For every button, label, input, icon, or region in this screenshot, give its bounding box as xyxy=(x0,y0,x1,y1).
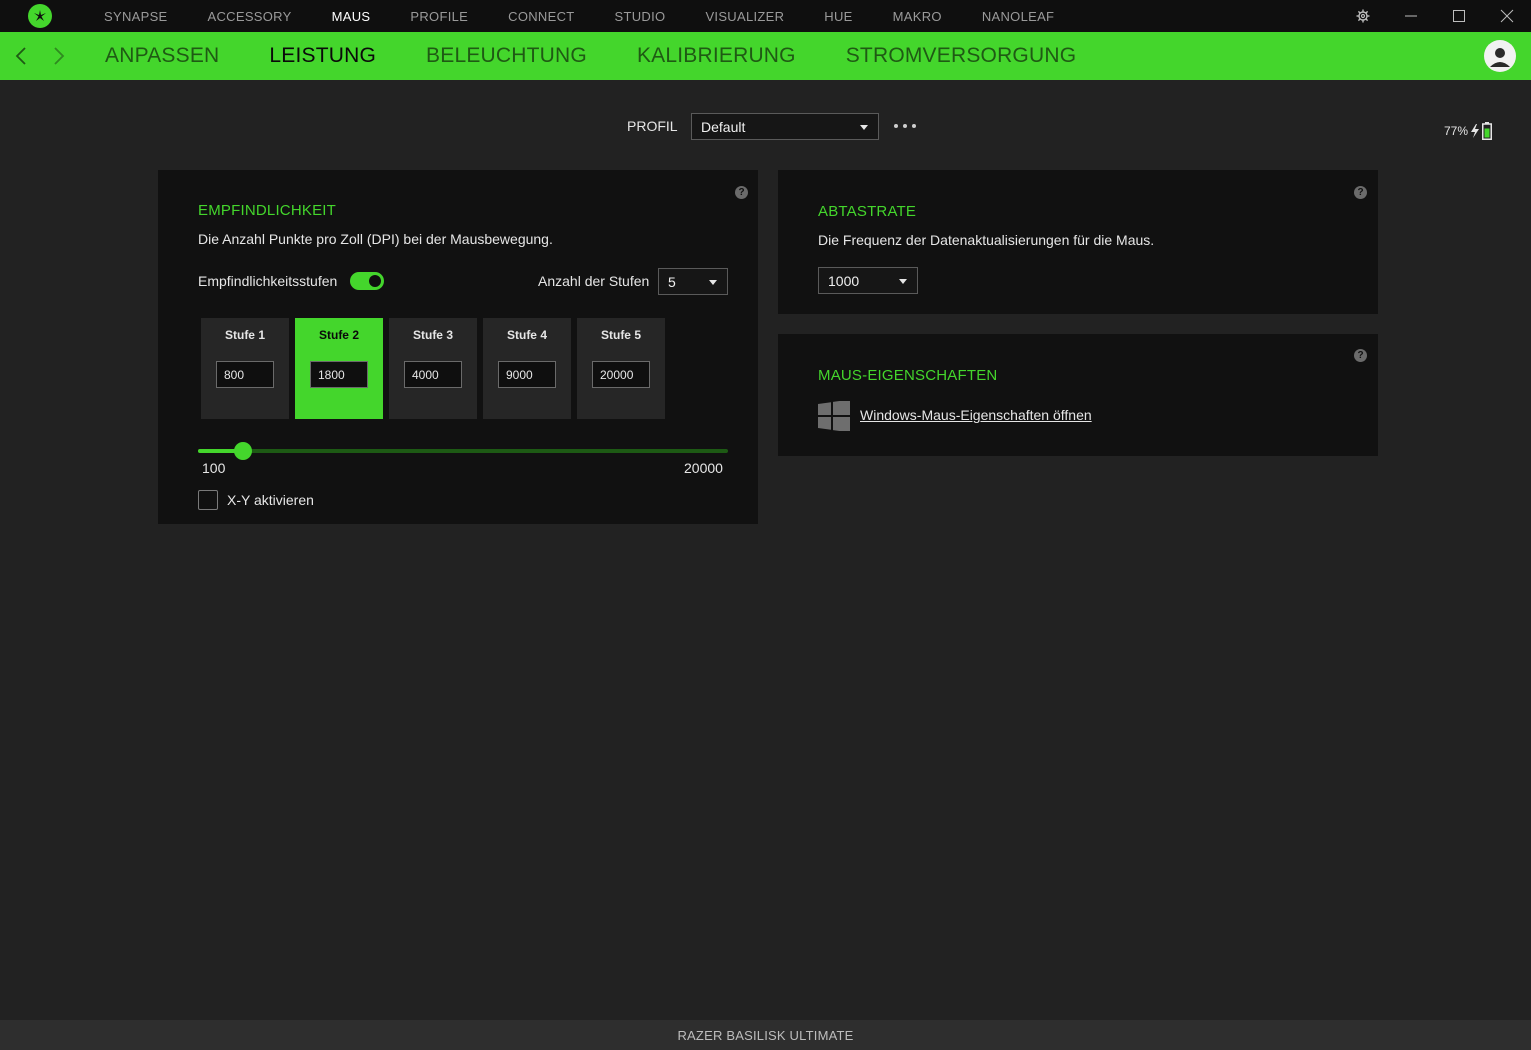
polling-rate-value: 1000 xyxy=(828,272,860,289)
dpi-stage-label: Stufe 2 xyxy=(318,328,359,342)
tab-anpassen[interactable]: ANPASSEN xyxy=(80,44,244,68)
stage-count-dropdown[interactable]: 5 xyxy=(658,268,728,295)
top-nav-studio[interactable]: STUDIO xyxy=(595,9,686,24)
polling-rate-title: ABTASTRATE xyxy=(818,203,917,220)
mouse-properties-title: MAUS-EIGENSCHAFTEN xyxy=(818,367,998,384)
polling-rate-dropdown[interactable]: 1000 xyxy=(818,267,918,294)
device-name: RAZER BASILISK ULTIMATE xyxy=(677,1027,854,1043)
top-bar: SYNAPSE ACCESSORY MAUS PROFILE CONNECT S… xyxy=(0,0,1531,32)
avatar[interactable] xyxy=(1484,40,1516,72)
dpi-stage-2[interactable]: Stufe 2 1800 xyxy=(295,318,383,419)
top-nav-profile[interactable]: PROFILE xyxy=(390,9,488,24)
dpi-stage-label: Stufe 4 xyxy=(506,328,547,342)
dpi-slider-max: 20000 xyxy=(684,460,723,476)
top-nav-hue[interactable]: HUE xyxy=(804,9,872,24)
sub-nav: ANPASSEN LEISTUNG BELEUCHTUNG KALIBRIERU… xyxy=(80,32,1101,80)
dpi-stage-input[interactable]: 800 xyxy=(216,361,274,388)
gear-icon[interactable] xyxy=(1339,0,1387,32)
xy-checkbox-label: X-Y aktivieren xyxy=(227,492,314,508)
windows-mouse-properties-link[interactable]: Windows-Maus-Eigenschaften öffnen xyxy=(860,407,1092,423)
tab-leistung[interactable]: LEISTUNG xyxy=(244,44,401,68)
more-options-icon[interactable] xyxy=(894,118,916,134)
top-nav-synapse[interactable]: SYNAPSE xyxy=(84,9,188,24)
top-nav-visualizer[interactable]: VISUALIZER xyxy=(685,9,804,24)
battery-icon xyxy=(1482,122,1493,140)
xy-checkbox[interactable] xyxy=(198,490,218,510)
tab-stromversorgung[interactable]: STROMVERSORGUNG xyxy=(821,44,1102,68)
dpi-stage-5[interactable]: Stufe 5 20000 xyxy=(577,318,665,419)
profile-label: PROFIL xyxy=(627,118,678,134)
help-icon[interactable]: ? xyxy=(735,186,748,199)
top-nav-connect[interactable]: CONNECT xyxy=(488,9,594,24)
help-icon[interactable]: ? xyxy=(1354,186,1367,199)
stage-count-value: 5 xyxy=(668,273,676,290)
back-arrow-icon[interactable] xyxy=(9,44,33,68)
forward-arrow-icon[interactable] xyxy=(47,44,71,68)
battery-percent: 77% xyxy=(1444,124,1469,138)
window-controls xyxy=(1339,0,1531,32)
profile-dropdown[interactable]: Default xyxy=(691,113,879,140)
tab-kalibrierung[interactable]: KALIBRIERUNG xyxy=(612,44,821,68)
top-nav-makro[interactable]: MAKRO xyxy=(873,9,962,24)
battery-status: 77% xyxy=(1444,122,1493,140)
dpi-stage-input[interactable]: 1800 xyxy=(310,361,368,388)
dpi-slider-min: 100 xyxy=(202,460,226,476)
top-nav-accessory[interactable]: ACCESSORY xyxy=(188,9,312,24)
dpi-slider[interactable] xyxy=(198,442,728,460)
sensitivity-description: Die Anzahl Punkte pro Zoll (DPI) bei der… xyxy=(198,231,553,247)
tab-beleuchtung[interactable]: BELEUCHTUNG xyxy=(401,44,612,68)
dpi-stage-label: Stufe 1 xyxy=(224,328,265,342)
dpi-stage-input[interactable]: 9000 xyxy=(498,361,556,388)
dpi-stage-3[interactable]: Stufe 3 4000 xyxy=(389,318,477,419)
dpi-stage-4[interactable]: Stufe 4 9000 xyxy=(483,318,571,419)
user-icon xyxy=(1490,48,1510,67)
minimize-icon[interactable] xyxy=(1387,0,1435,32)
stage-count-label: Anzahl der Stufen xyxy=(538,273,650,289)
top-nav: SYNAPSE ACCESSORY MAUS PROFILE CONNECT S… xyxy=(84,0,1074,32)
top-nav-maus[interactable]: MAUS xyxy=(312,9,391,24)
help-icon[interactable]: ? xyxy=(1354,349,1367,362)
top-nav-nanoleaf[interactable]: NANOLEAF xyxy=(962,9,1074,24)
maximize-icon[interactable] xyxy=(1435,0,1483,32)
profile-dropdown-value: Default xyxy=(701,118,746,135)
chevron-down-icon xyxy=(709,279,717,285)
chevron-down-icon xyxy=(899,278,907,284)
dpi-slider-thumb[interactable] xyxy=(234,442,252,460)
windows-icon xyxy=(818,401,850,431)
close-icon[interactable] xyxy=(1483,0,1531,32)
dpi-stage-input[interactable]: 20000 xyxy=(592,361,650,388)
chevron-down-icon xyxy=(860,124,868,130)
device-footer: RAZER BASILISK ULTIMATE xyxy=(0,1020,1531,1050)
sub-nav-bar: ANPASSEN LEISTUNG BELEUCHTUNG KALIBRIERU… xyxy=(0,32,1531,80)
dpi-stage-input[interactable]: 4000 xyxy=(404,361,462,388)
stages-toggle[interactable] xyxy=(350,272,384,290)
charging-bolt-icon xyxy=(1471,124,1480,138)
dpi-stage-label: Stufe 5 xyxy=(600,328,641,342)
razer-logo-icon[interactable] xyxy=(28,4,52,28)
dpi-stage-1[interactable]: Stufe 1 800 xyxy=(201,318,289,419)
polling-rate-description: Die Frequenz der Datenaktualisierungen f… xyxy=(818,232,1155,248)
sensitivity-title: EMPFINDLICHKEIT xyxy=(198,202,337,219)
mouse-properties-card: ? xyxy=(778,334,1378,456)
dpi-stage-label: Stufe 3 xyxy=(412,328,453,342)
stages-toggle-label: Empfindlichkeitsstufen xyxy=(198,273,338,289)
